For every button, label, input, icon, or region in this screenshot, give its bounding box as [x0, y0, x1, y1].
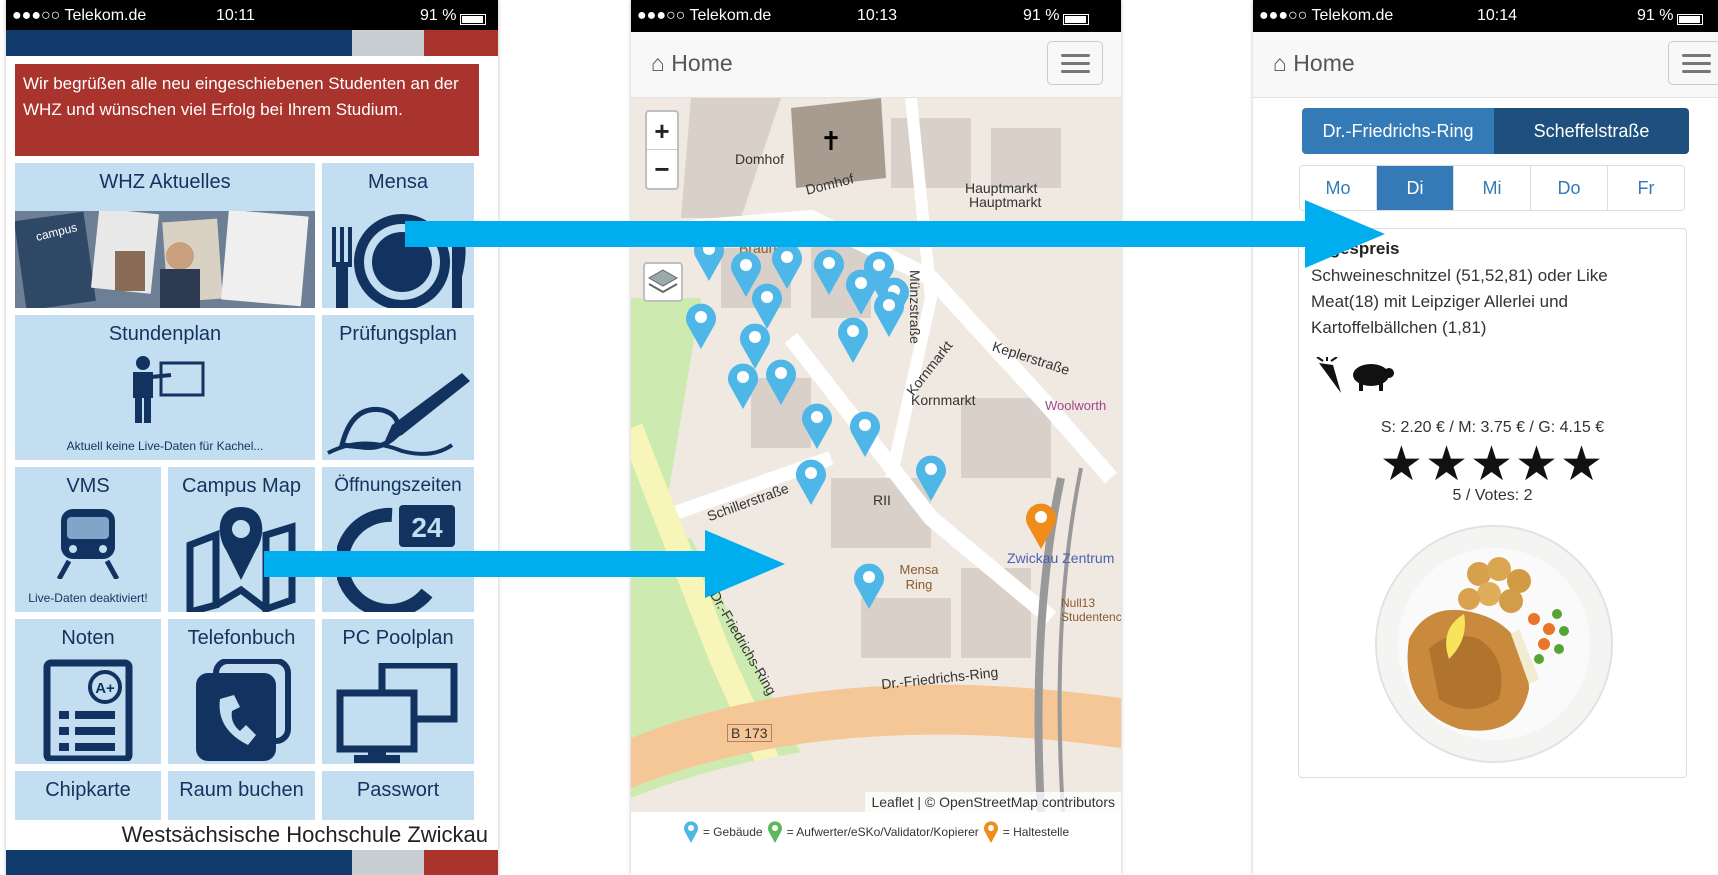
arrow-mensa-to-menu: [405, 200, 1385, 268]
arrow-campusmap-to-map: [264, 530, 785, 598]
flow-arrows: [264, 200, 1385, 598]
